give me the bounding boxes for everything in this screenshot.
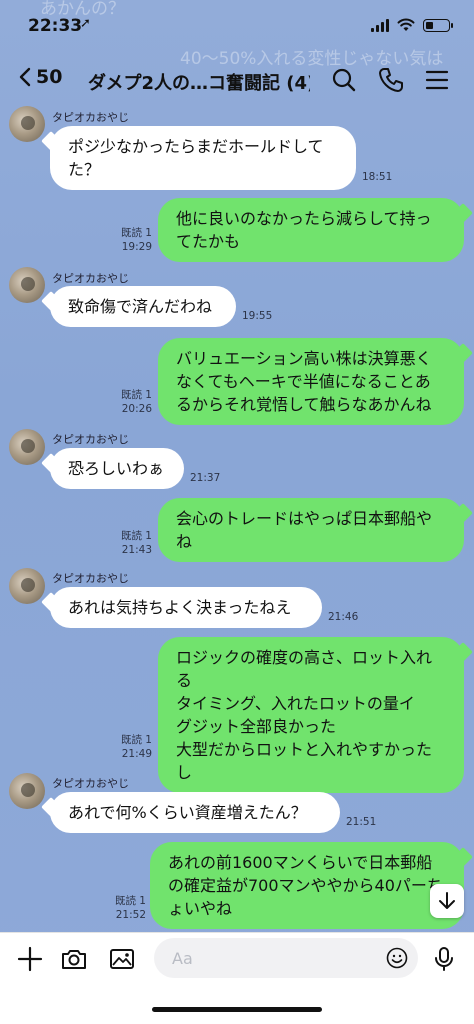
incoming-message-bubble[interactable]: あれで何%くらい資産増えたん？ [50,792,340,833]
message-time: 21:52 [115,909,146,921]
status-time: 22:33 [28,16,83,36]
outgoing-message-bubble[interactable]: あれの前1600マンくらいで日本郵船 の確定益が700マンややから40パーち ょ… [150,842,464,929]
read-receipt: 既読 1 [120,734,152,746]
message-time: 19:29 [121,241,152,253]
battery-level [426,21,433,29]
arrow-down-icon [439,892,455,909]
battery-icon [423,18,453,32]
message-time: 19:55 [242,310,273,322]
avatar[interactable] [9,773,45,809]
message-time: 21:37 [190,472,221,484]
location-arrow-icon: ➚ [80,16,91,31]
sender-name: タピオカおやじ [52,777,129,790]
message-meta: 既読 1 21:49 [108,733,152,761]
incoming-message-bubble[interactable]: 恐ろしいわぁ [50,448,184,489]
avatar[interactable] [9,267,45,303]
sender-name: タピオカおやじ [52,433,129,446]
read-receipt: 既読 1 [120,389,152,401]
message-meta: 既読 1 19:29 [108,226,152,254]
chat-title[interactable]: ダメプ2人の…コ奮闘記 (4) [88,69,310,95]
sender-name: タピオカおやじ [52,111,129,124]
phone-icon[interactable] [376,65,406,95]
back-button[interactable]: 50 [18,66,62,88]
outgoing-message-bubble[interactable]: バリュエーション高い株は決算悪く なくてもヘーキで半値になることあ るからそれ覚… [158,338,464,425]
chevron-left-icon [19,67,31,87]
chat-header: 50 ダメプ2人の…コ奮闘記 (4) [0,56,474,106]
status-icons [371,18,453,32]
microphone-icon[interactable] [430,945,458,973]
message-meta: 既読 1 21:43 [108,529,152,557]
message-time: 20:26 [121,403,152,415]
cellular-signal-icon [371,18,389,32]
incoming-message-bubble[interactable]: あれは気持ちよく決まったねえ [50,587,322,628]
message-meta: 既読 1 21:52 [102,894,146,922]
outgoing-message-bubble[interactable]: ロジックの確度の高さ、ロット入れる タイミング、入れたロットの量イ グジット全部… [158,637,464,793]
search-icon[interactable] [329,65,359,95]
avatar[interactable] [9,568,45,604]
incoming-message-bubble[interactable]: ポジ少なかったらまだホールドして た？ [50,126,356,190]
outgoing-message-bubble[interactable]: 会心のトレードはやっぱ日本郵船や ね [158,498,464,562]
camera-icon[interactable] [60,945,88,973]
message-list[interactable]: タピオカおやじ ポジ少なかったらまだホールドして た？ 18:51 既読 1 1… [0,106,474,932]
message-time: 21:51 [346,816,377,828]
wifi-icon [397,18,415,31]
message-input[interactable] [154,938,354,978]
scroll-to-bottom-button[interactable] [430,884,464,918]
sender-name: タピオカおやじ [52,572,129,585]
outgoing-message-bubble[interactable]: 他に良いのなかったら減らして持っ てたかも [158,198,464,262]
chat-screen: あかんの？ 40〜50%入れる変性じゃない気は 22:33 ➚ 50 ダメプ2人… [0,0,474,1024]
status-bar: 22:33 ➚ [0,0,474,56]
home-indicator [152,1007,322,1012]
message-time: 18:51 [362,171,393,183]
menu-icon[interactable] [422,65,452,95]
avatar[interactable] [9,106,45,142]
message-time: 21:46 [328,611,359,623]
sender-name: タピオカおやじ [52,272,129,285]
read-receipt: 既読 1 [120,530,152,542]
emoji-icon[interactable] [386,947,408,969]
read-receipt: 既読 1 [120,227,152,239]
avatar[interactable] [9,429,45,465]
plus-icon[interactable] [16,945,44,973]
message-time: 21:49 [121,748,152,760]
message-meta: 既読 1 20:26 [108,388,152,416]
message-time: 21:43 [121,544,152,556]
read-receipt: 既読 1 [114,895,146,907]
image-icon[interactable] [108,945,136,973]
message-input-wrapper [154,938,418,978]
incoming-message-bubble[interactable]: 致命傷で済んだわね [50,286,236,327]
unread-count: 50 [36,66,63,88]
